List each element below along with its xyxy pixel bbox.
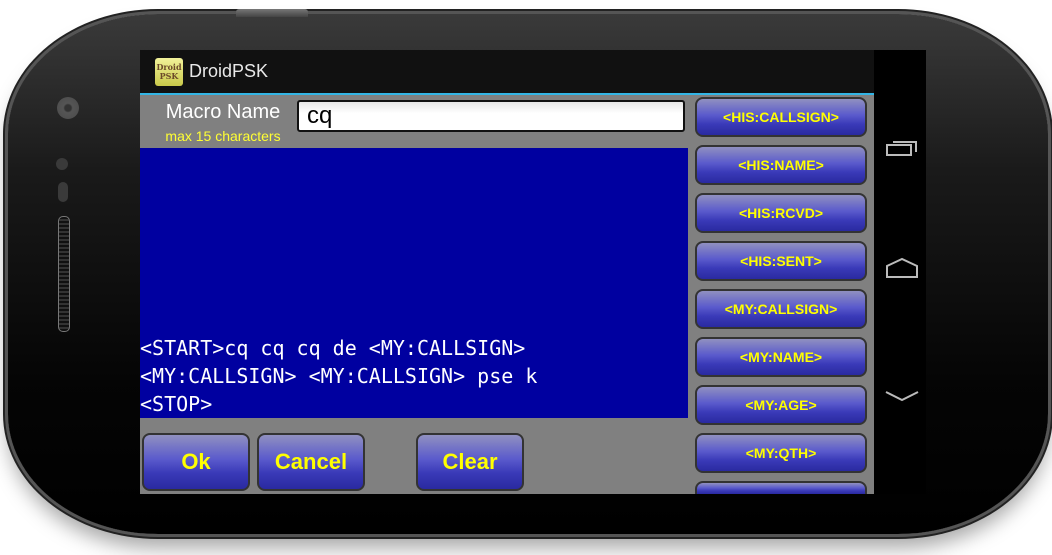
macro-text-area[interactable]: <START>cq cq cq de <MY:CALLSIGN> <MY:CAL…: [140, 148, 688, 418]
tag-button-partial[interactable]: [695, 481, 867, 494]
macro-text-line: <STOP>: [140, 392, 213, 416]
screen: Droid PSK DroidPSK Macro Name max 15 cha…: [140, 50, 926, 494]
recent-apps-icon[interactable]: [884, 136, 920, 160]
light-sensor: [58, 182, 68, 202]
macro-name-hint: max 15 characters: [165, 128, 281, 144]
macro-name-input[interactable]: [297, 100, 685, 132]
app-icon: Droid PSK: [155, 57, 183, 86]
home-icon[interactable]: [884, 256, 920, 280]
earpiece-speaker: [58, 216, 70, 332]
macro-name-label: Macro Name: [165, 101, 281, 123]
tag-button-his-rcvd[interactable]: <HIS:RCVD>: [695, 193, 867, 233]
app-title: DroidPSK: [189, 61, 269, 81]
app-icon-text-bottom: PSK: [159, 70, 179, 81]
action-bar: Droid PSK DroidPSK: [140, 50, 874, 95]
tag-button-my-qth[interactable]: <MY:QTH>: [695, 433, 867, 473]
tag-button-his-sent[interactable]: <HIS:SENT>: [695, 241, 867, 281]
proximity-sensor: [56, 158, 68, 170]
back-icon[interactable]: [884, 386, 920, 410]
macro-text-line: <START>cq cq cq de <MY:CALLSIGN>: [140, 336, 526, 360]
clear-button[interactable]: Clear: [416, 433, 524, 491]
power-button: [236, 9, 308, 17]
tag-button-my-callsign[interactable]: <MY:CALLSIGN>: [695, 289, 867, 329]
macro-editor-panel: Macro Name max 15 characters <START>cq c…: [140, 95, 874, 494]
tag-button-my-name[interactable]: <MY:NAME>: [695, 337, 867, 377]
navigation-bar: [874, 50, 926, 494]
ok-button[interactable]: Ok: [142, 433, 250, 491]
tag-button-my-age[interactable]: <MY:AGE>: [695, 385, 867, 425]
macro-text-line: <MY:CALLSIGN> <MY:CALLSIGN> pse k: [140, 364, 538, 388]
cancel-button[interactable]: Cancel: [257, 433, 365, 491]
front-camera: [57, 97, 79, 119]
tag-button-his-callsign[interactable]: <HIS:CALLSIGN>: [695, 97, 867, 137]
tag-button-his-name[interactable]: <HIS:NAME>: [695, 145, 867, 185]
